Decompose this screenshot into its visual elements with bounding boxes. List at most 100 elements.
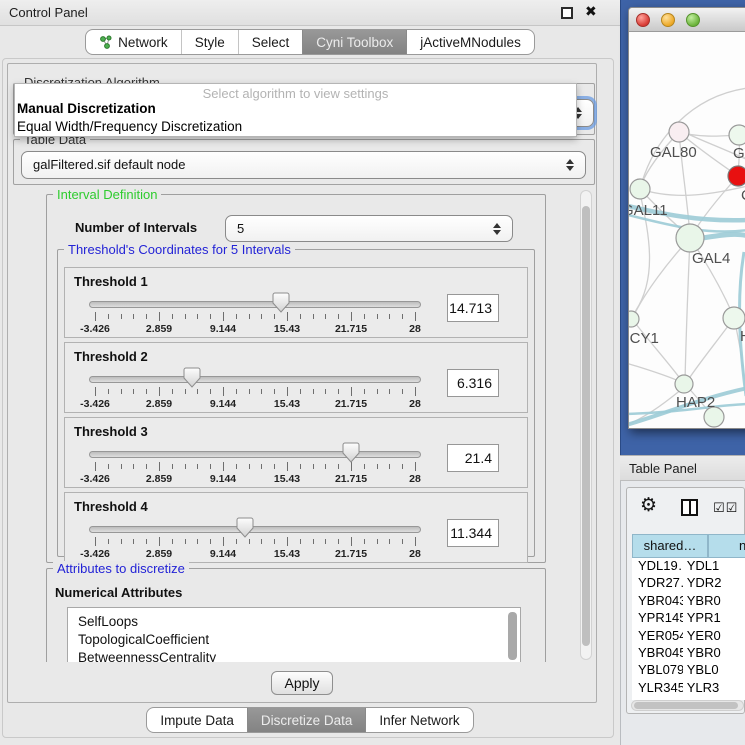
slider-thumb[interactable] <box>236 517 254 539</box>
interval-groupbox: Interval Definition Number of Intervals … <box>46 194 546 563</box>
cell-shared-name[interactable]: YBL079W <box>632 662 683 679</box>
slider-thumb[interactable] <box>183 367 201 389</box>
scale-label: 21.715 <box>329 323 373 335</box>
apply-button[interactable]: Apply <box>271 671 333 695</box>
cell-name[interactable]: YBR0 <box>683 645 745 662</box>
close-traffic-light-icon[interactable] <box>636 13 650 27</box>
popup-item[interactable]: Manual Discretization <box>17 101 156 116</box>
node-red-selected[interactable] <box>728 166 745 186</box>
table-row[interactable]: YBR045CYBR0 <box>632 645 745 662</box>
table-data-combo[interactable]: galFiltered.sif default node <box>21 151 586 179</box>
float-window-icon[interactable] <box>561 7 573 19</box>
threshold-value-field[interactable]: 11.344 <box>447 519 499 547</box>
column-header-name[interactable]: na <box>708 534 745 558</box>
table-row[interactable]: YDR27…YDR2 <box>632 575 745 592</box>
split-columns-icon[interactable] <box>681 499 698 516</box>
minimize-traffic-light-icon[interactable] <box>661 13 675 27</box>
zoom-traffic-light-icon[interactable] <box>686 13 700 27</box>
node-gal11[interactable] <box>630 179 650 199</box>
tab-network[interactable]: Network <box>86 30 181 54</box>
cell-shared-name[interactable]: YER054C <box>632 628 683 645</box>
cell-name[interactable]: YBL0 <box>683 662 745 679</box>
cell-name[interactable]: YBR0 <box>683 593 745 610</box>
tab-cyni-toolbox[interactable]: Cyni Toolbox <box>302 30 406 54</box>
cell-name[interactable]: YDR2 <box>683 575 745 592</box>
table-row[interactable]: YBR043CYBR0 <box>632 593 745 610</box>
bottom-tab-bar: Impute DataDiscretize DataInfer Network <box>0 707 620 733</box>
popup-hint: Select algorithm to view settings <box>15 86 576 101</box>
table-panel-titlebar[interactable]: Table Panel <box>620 455 745 481</box>
cell-shared-name[interactable]: YPR145W <box>632 610 683 627</box>
cell-name[interactable]: YER0 <box>683 628 745 645</box>
cell-name[interactable]: YDL1 <box>683 558 745 575</box>
cell-shared-name[interactable]: YLR345W <box>632 680 683 697</box>
slider-track[interactable] <box>89 526 421 533</box>
scrollbar-thumb[interactable] <box>582 206 590 646</box>
bottom-tab-impute-data[interactable]: Impute Data <box>147 708 247 732</box>
node-label-gal80: GAL80 <box>650 144 697 161</box>
cell-name[interactable]: YPR1 <box>683 610 745 627</box>
popup-item[interactable]: Equal Width/Frequency Discretization <box>17 119 242 134</box>
node-right-low[interactable] <box>723 307 745 329</box>
tab-jactivemnodules[interactable]: jActiveMNodules <box>406 30 534 54</box>
hscrollbar-thumb[interactable] <box>634 702 738 709</box>
attribute-item[interactable]: SelfLoops <box>78 614 138 629</box>
thresholds-groupbox: Threshold's Coordinates for 5 Intervals … <box>57 249 535 557</box>
threshold-value-field[interactable]: 14.713 <box>447 294 499 322</box>
table-row[interactable]: YPR145WYPR1 <box>632 610 745 627</box>
table-row[interactable]: YDL19…YDL1 <box>632 558 745 575</box>
tab-select[interactable]: Select <box>238 30 303 54</box>
gear-icon[interactable]: ⚙ <box>640 494 657 517</box>
table-rows[interactable]: YDL19…YDL1YDR27…YDR2YBR043CYBR0YPR145WYP… <box>632 558 745 700</box>
scale-label: 15.43 <box>265 473 309 485</box>
table-row[interactable]: YER054CYER0 <box>632 628 745 645</box>
scale-label: 15.43 <box>265 323 309 335</box>
cell-shared-name[interactable]: YBR043C <box>632 593 683 610</box>
node-right-top[interactable] <box>729 125 745 145</box>
scale-label: -3.426 <box>73 473 117 485</box>
numerical-attributes-heading: Numerical Attributes <box>55 585 182 600</box>
list-scrollbar[interactable] <box>508 612 517 660</box>
attribute-item[interactable]: TopologicalCoefficient <box>78 632 209 647</box>
threshold-panel: Threshold 4 -3.4262.8599.14415.4321.7152… <box>64 492 528 563</box>
cell-name[interactable]: YLR3 <box>683 680 745 697</box>
attribute-item[interactable]: BetweennessCentrality <box>78 650 216 662</box>
table-data-value: galFiltered.sif default node <box>33 157 185 172</box>
slider-track[interactable] <box>89 376 421 383</box>
node-label-gal11: GAL11 <box>629 202 668 219</box>
column-header-shared[interactable]: shared… <box>632 534 708 558</box>
slider-track[interactable] <box>89 301 421 308</box>
close-icon[interactable]: ✖ <box>585 3 597 20</box>
cell-shared-name[interactable]: YDR27… <box>632 575 683 592</box>
settings-scrollbar[interactable] <box>580 190 592 660</box>
node-hap2[interactable] <box>675 375 693 393</box>
slider-track[interactable] <box>89 451 421 458</box>
node-gcy1[interactable] <box>629 311 639 327</box>
num-intervals-value: 5 <box>237 221 244 236</box>
table-row[interactable]: YLR345WYLR3 <box>632 680 745 697</box>
scale-label: 2.859 <box>137 473 181 485</box>
network-window-titlebar[interactable] <box>629 8 745 32</box>
table-row[interactable]: YBL079WYBL0 <box>632 662 745 679</box>
tab-label: Style <box>195 35 225 50</box>
node-gal4[interactable] <box>676 224 704 252</box>
table-panel-title: Table Panel <box>629 461 697 476</box>
slider-thumb[interactable] <box>272 292 290 314</box>
tab-style[interactable]: Style <box>181 30 238 54</box>
table-horizontal-scrollbar[interactable] <box>631 700 744 711</box>
bottom-tab-discretize-data[interactable]: Discretize Data <box>247 708 366 732</box>
bottom-tab-infer-network[interactable]: Infer Network <box>365 708 472 732</box>
network-canvas[interactable]: GAL80 GA C GAL11 GAL4 GCY1 H HAP2 <box>629 31 745 428</box>
node-pink[interactable] <box>669 122 689 142</box>
threshold-value-field[interactable]: 6.316 <box>447 369 499 397</box>
tab-label: jActiveMNodules <box>420 35 521 50</box>
slider-thumb[interactable] <box>342 442 360 464</box>
tab-label: Network <box>118 35 168 50</box>
attributes-list[interactable]: SelfLoops TopologicalCoefficient Betweenne… <box>67 607 521 662</box>
threshold-value-field[interactable]: 21.4 <box>447 444 499 472</box>
num-intervals-spinner[interactable]: 5 <box>225 215 513 242</box>
scale-label: 9.144 <box>201 323 245 335</box>
cell-shared-name[interactable]: YDL19… <box>632 558 683 575</box>
cell-shared-name[interactable]: YBR045C <box>632 645 683 662</box>
select-columns-icon[interactable]: ☑☑ <box>713 500 738 516</box>
